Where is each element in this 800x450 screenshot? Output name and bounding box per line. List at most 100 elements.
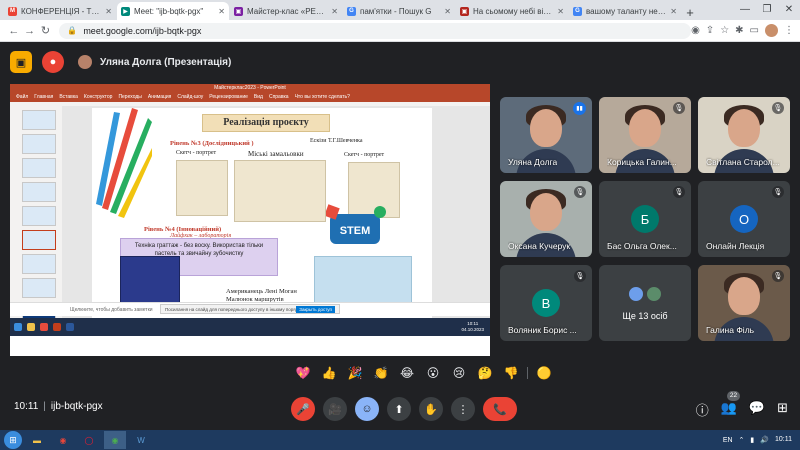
present-button[interactable]: ⬆ xyxy=(387,397,411,421)
activities-icon[interactable]: ⊞ xyxy=(777,400,788,419)
presentation-layout-icon[interactable]: ▣ xyxy=(10,51,32,73)
camera-indicator-icon[interactable]: ◉ xyxy=(691,25,700,36)
participant-avatar: В xyxy=(532,289,560,317)
reaction-button[interactable]: 🎉 xyxy=(345,363,365,383)
forward-icon[interactable]: → xyxy=(22,25,38,37)
tab-close-icon[interactable]: ✕ xyxy=(331,7,338,16)
participant-tile[interactable]: Оксана Кучерук 🎙 xyxy=(500,181,592,257)
reaction-button[interactable]: 🤔 xyxy=(475,363,495,383)
participant-tile[interactable]: Уляна Долга ▮▮ xyxy=(500,97,592,173)
tab-close-icon[interactable]: ✕ xyxy=(557,7,564,16)
reaction-button[interactable]: 😂 xyxy=(397,363,417,383)
raise-hand-button[interactable]: ✋ xyxy=(419,397,443,421)
recording-icon[interactable]: ● xyxy=(42,51,64,73)
browser-tab[interactable]: Gпам'ятки - Пошук G ✕ xyxy=(343,2,455,20)
sketch-label-2: Міські замальовки xyxy=(248,150,304,158)
reaction-button[interactable]: 😢 xyxy=(449,363,469,383)
meeting-code: ijb-bqtk-pgx xyxy=(50,401,103,412)
participant-tile[interactable]: Корицька Галин... 🎙 xyxy=(599,97,691,173)
word-taskbar-icon[interactable]: W xyxy=(130,431,152,449)
participant-tile[interactable]: В Воляник Борис ... 🎙 xyxy=(500,265,592,341)
browser-tab[interactable]: ▣ Майстер-клас «РЕАЛІ ✕ xyxy=(230,2,342,20)
windows-start-icon[interactable]: ⊞ xyxy=(4,431,22,449)
tab-close-icon[interactable]: ✕ xyxy=(444,7,451,16)
volume-icon[interactable]: 🔊 xyxy=(760,436,769,444)
camera-button[interactable]: 🎥 xyxy=(323,397,347,421)
window-controls: — ❐ ✕ xyxy=(734,0,800,20)
taskbar-clock[interactable]: 10:11 xyxy=(775,436,792,444)
info-icon[interactable]: ⓘ xyxy=(696,400,709,419)
reactions-button[interactable]: ☺ xyxy=(355,397,379,421)
side-panel-icon[interactable]: ▭ xyxy=(750,25,759,36)
reaction-button[interactable]: 👍 xyxy=(319,363,339,383)
back-icon[interactable]: ← xyxy=(6,25,22,37)
browser-tab[interactable]: ▣ На сьомому небі від п ✕ xyxy=(456,2,568,20)
leave-call-button[interactable]: 📞 xyxy=(483,397,517,421)
presentation-bar: ▣ ● Уляна Долга (Презентація) xyxy=(0,43,800,81)
tab-title: Meet: "ijb-bqtk-pgx" xyxy=(134,6,204,16)
participant-name: Оксана Кучерук xyxy=(508,241,571,251)
people-icon[interactable]: 👥 xyxy=(721,400,737,419)
language-indicator[interactable]: EN xyxy=(723,437,733,444)
extensions-icon[interactable]: ✱ xyxy=(735,25,743,36)
browser-menu-icon[interactable]: ⋮ xyxy=(784,25,794,36)
browser-tab[interactable]: Gвашому таланту немає ✕ xyxy=(569,2,681,20)
network-icon[interactable]: ▮ xyxy=(750,436,754,444)
powerpoint-icon xyxy=(53,323,61,331)
reaction-button[interactable]: 👎 xyxy=(501,363,521,383)
bookmark-star-icon[interactable]: ☆ xyxy=(720,25,729,36)
powerpoint-title-bar: Майстерклас2023 - PowerPoint xyxy=(10,84,490,92)
address-bar-row: ← → ↻ 🔒 meet.google.com/ijb-bqtk-pgx ◉ ⇪… xyxy=(0,20,800,42)
mic-muted-icon: 🎙 xyxy=(772,270,784,282)
reload-icon[interactable]: ↻ xyxy=(38,24,54,37)
tab-close-icon[interactable]: ✕ xyxy=(670,7,677,16)
tab-close-icon[interactable]: ✕ xyxy=(218,7,225,16)
current-slide: Реалізація проєкту Рівень №3 (Дослідниць… xyxy=(92,108,432,318)
sketch-label-1: Скетч - портрет xyxy=(176,150,217,156)
tab-favicon-icon: G xyxy=(573,6,582,16)
microphone-button[interactable]: 🎤 xyxy=(291,397,315,421)
participant-tile[interactable]: Галина Філь 🎙 xyxy=(698,265,790,341)
new-tab-button[interactable]: + xyxy=(682,4,698,20)
chrome-taskbar-icon-2[interactable]: ◉ xyxy=(104,431,126,449)
stop-sharing-button[interactable]: Закрыть доступ xyxy=(296,306,335,313)
explorer-icon xyxy=(27,323,35,331)
reaction-button[interactable]: 👏 xyxy=(371,363,391,383)
participant-tile[interactable]: Б Бас Ольга Олек... 🎙 xyxy=(599,181,691,257)
maximize-button[interactable]: ❐ xyxy=(756,0,778,20)
inner-clock: 10:11 04.10.2023 xyxy=(461,321,484,333)
browser-tab[interactable]: ▶ Meet: "ijb-bqtk-pgx" ✕ xyxy=(117,2,229,20)
level-4-label: Рівень №4 (Інноваційний) xyxy=(144,226,222,233)
close-window-button[interactable]: ✕ xyxy=(778,0,800,20)
participant-tile[interactable]: Ще 13 осіб xyxy=(599,265,691,341)
participant-tile[interactable]: Світлана Старол... 🎙 xyxy=(698,97,790,173)
participant-name: Онлайн Лекція xyxy=(706,241,765,251)
slide-thumbnail xyxy=(22,254,56,274)
minimize-button[interactable]: — xyxy=(734,0,756,20)
opera-taskbar-icon[interactable]: ◯ xyxy=(78,431,100,449)
speaking-indicator-icon: ▮▮ xyxy=(573,102,586,115)
participant-tile[interactable]: О Онлайн Лекція 🎙 xyxy=(698,181,790,257)
chrome-taskbar-icon-1[interactable]: ◉ xyxy=(52,431,74,449)
more-options-button[interactable]: ⋮ xyxy=(451,397,475,421)
chat-icon[interactable]: 💬 xyxy=(749,400,765,419)
explorer-taskbar-icon[interactable]: ▬ xyxy=(26,431,48,449)
pencils-illustration xyxy=(96,108,152,218)
mic-muted-icon: 🎙 xyxy=(574,186,586,198)
meeting-info: 10:11 | ijb-bqtk-pgx xyxy=(14,401,103,412)
reaction-button[interactable]: 💖 xyxy=(293,363,313,383)
participant-name: Воляник Борис ... xyxy=(508,325,577,335)
reaction-button[interactable]: 😮 xyxy=(423,363,443,383)
profile-avatar[interactable] xyxy=(765,24,778,37)
share-icon[interactable]: ⇪ xyxy=(706,25,714,36)
reaction-button[interactable]: 🟡 xyxy=(534,363,554,383)
browser-tab[interactable]: M КОНФЕРЕНЦІЯ - ТЕРН ✕ xyxy=(4,2,116,20)
presenter-avatar xyxy=(78,55,92,69)
portrait-sketch-image xyxy=(176,160,228,216)
url-field[interactable]: 🔒 meet.google.com/ijb-bqtk-pgx xyxy=(59,22,692,39)
slide-thumbnail xyxy=(22,206,56,226)
lock-icon[interactable]: 🔒 xyxy=(67,26,77,35)
tray-arrow-icon[interactable]: ⌃ xyxy=(739,436,745,444)
tab-close-icon[interactable]: ✕ xyxy=(105,7,112,16)
powerpoint-ribbon: Файл Главная Вставка Конструктор Переходы Ани… xyxy=(10,92,490,102)
